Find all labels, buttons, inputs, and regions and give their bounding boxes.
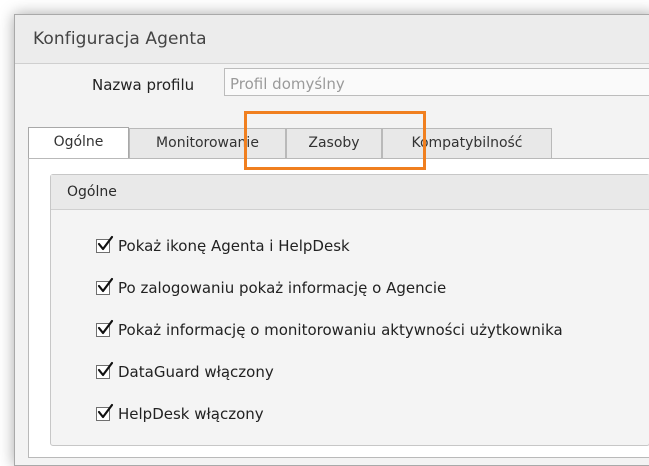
- checkbox-show-agent-info-after-login[interactable]: [96, 277, 114, 295]
- tab-monitoring[interactable]: Monitorowanie: [129, 128, 286, 158]
- tab-general[interactable]: Ogólne: [28, 127, 129, 158]
- tab-monitoring-label: Monitorowanie: [156, 135, 259, 151]
- profile-name-label: Nazwa profilu: [92, 76, 195, 94]
- tab-compatibility[interactable]: Kompatybilność: [382, 128, 552, 158]
- option-label: Po zalogowaniu pokaż informację o Agenci…: [118, 279, 447, 297]
- checkmark-icon: [97, 277, 114, 293]
- option-label: DataGuard włączony: [118, 363, 274, 381]
- general-settings-group: Ogólne Pokaż ikonę Agenta i HelpDesk Po …: [50, 174, 649, 446]
- option-label: Pokaż ikonę Agenta i HelpDesk: [118, 237, 350, 255]
- screenshot-canvas: Konfiguracja Agenta Nazwa profilu Ogólne…: [0, 0, 649, 466]
- title-bar[interactable]: Konfiguracja Agenta: [15, 15, 649, 64]
- checkbox-helpdesk-enabled[interactable]: [96, 403, 114, 421]
- profile-name-input[interactable]: [224, 68, 649, 96]
- window-title: Konfiguracja Agenta: [33, 29, 207, 49]
- checkmark-icon: [97, 361, 114, 377]
- checkbox-show-activity-monitoring-info[interactable]: [96, 319, 114, 337]
- tab-resources[interactable]: Zasoby: [286, 128, 382, 158]
- general-group-header: Ogólne: [51, 175, 649, 210]
- checkbox-show-agent-icon[interactable]: [96, 235, 114, 253]
- tab-compatibility-label: Kompatybilność: [411, 135, 523, 151]
- tab-general-label: Ogólne: [53, 134, 104, 150]
- checkmark-icon: [97, 235, 114, 251]
- option-label: HelpDesk włączony: [118, 405, 264, 423]
- option-label: Pokaż informację o monitorowaniu aktywno…: [118, 321, 563, 339]
- checkbox-dataguard-enabled[interactable]: [96, 361, 114, 379]
- checkmark-icon: [97, 319, 114, 335]
- general-group-title: Ogólne: [67, 184, 117, 200]
- tab-resources-label: Zasoby: [308, 135, 360, 151]
- checkmark-icon: [97, 403, 114, 419]
